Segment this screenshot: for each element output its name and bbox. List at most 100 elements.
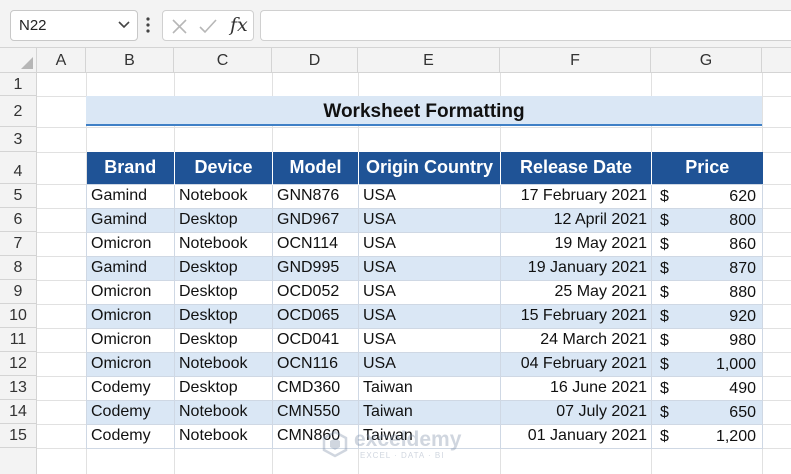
column-header-d[interactable]: D (272, 48, 358, 73)
row-header-10[interactable]: 10 (0, 304, 37, 328)
header-price[interactable]: Price (651, 152, 763, 184)
cell-model[interactable]: GNN876 (272, 183, 359, 209)
enter-check-icon[interactable] (198, 18, 218, 35)
cell-device[interactable]: Desktop (174, 327, 273, 353)
cell-model[interactable]: CMN860 (272, 423, 359, 449)
row-header-11[interactable]: 11 (0, 328, 37, 352)
row-header-9[interactable]: 9 (0, 280, 37, 304)
cell-country[interactable]: Taiwan (358, 375, 501, 401)
cell-brand[interactable]: Codemy (86, 423, 175, 449)
cell-device[interactable]: Notebook (174, 351, 273, 377)
cell-price[interactable]: $880 (651, 279, 763, 305)
cell-country[interactable]: USA (358, 351, 501, 377)
cell-brand[interactable]: Codemy (86, 399, 175, 425)
cell-country[interactable]: Taiwan (358, 423, 501, 449)
cell-brand[interactable]: Gamind (86, 255, 175, 281)
cell-price[interactable]: $860 (651, 231, 763, 257)
cell-release-date[interactable]: 04 February 2021 (500, 351, 652, 377)
row-header-6[interactable]: 6 (0, 208, 37, 232)
cell-model[interactable]: OCN114 (272, 231, 359, 257)
cell-release-date[interactable]: 16 June 2021 (500, 375, 652, 401)
cell-release-date[interactable]: 01 January 2021 (500, 423, 652, 449)
cell-country[interactable]: USA (358, 279, 501, 305)
row-header-3[interactable]: 3 (0, 127, 37, 152)
cell-device[interactable]: Notebook (174, 399, 273, 425)
cell-device[interactable]: Notebook (174, 423, 273, 449)
cell-country[interactable]: USA (358, 183, 501, 209)
row-header-4[interactable]: 4 (0, 152, 37, 184)
cell-model[interactable]: OCD052 (272, 279, 359, 305)
row-header-16[interactable] (0, 448, 37, 474)
cell-price[interactable]: $980 (651, 327, 763, 353)
cell-release-date[interactable]: 25 May 2021 (500, 279, 652, 305)
header-origin-country[interactable]: Origin Country (358, 152, 501, 184)
row-header-15[interactable]: 15 (0, 424, 37, 448)
cell-model[interactable]: OCD041 (272, 327, 359, 353)
column-header-c[interactable]: C (174, 48, 272, 73)
cell-price[interactable]: $620 (651, 183, 763, 209)
row-header-2[interactable]: 2 (0, 96, 37, 127)
cell-device[interactable]: Notebook (174, 183, 273, 209)
row-header-14[interactable]: 14 (0, 400, 37, 424)
cell-model[interactable]: GND995 (272, 255, 359, 281)
insert-function-icon[interactable]: fx (230, 14, 248, 36)
header-release-date[interactable]: Release Date (500, 152, 652, 184)
cell-price[interactable]: $1,200 (651, 423, 763, 449)
cell-model[interactable]: CMD360 (272, 375, 359, 401)
column-header-a[interactable]: A (37, 48, 86, 73)
cell-price[interactable]: $1,000 (651, 351, 763, 377)
cell-release-date[interactable]: 15 February 2021 (500, 303, 652, 329)
column-header-f[interactable]: F (500, 48, 651, 73)
row-header-8[interactable]: 8 (0, 256, 37, 280)
cell-price[interactable]: $650 (651, 399, 763, 425)
cell-brand[interactable]: Gamind (86, 207, 175, 233)
row-header-1[interactable]: 1 (0, 73, 37, 96)
select-all-button[interactable] (0, 48, 37, 73)
cell-device[interactable]: Desktop (174, 255, 273, 281)
cell-release-date[interactable]: 17 February 2021 (500, 183, 652, 209)
cell-price[interactable]: $870 (651, 255, 763, 281)
chevron-down-icon[interactable] (117, 18, 131, 32)
row-header-12[interactable]: 12 (0, 352, 37, 376)
cell-model[interactable]: OCD065 (272, 303, 359, 329)
cell-model[interactable]: OCN116 (272, 351, 359, 377)
header-device[interactable]: Device (174, 152, 273, 184)
cell-model[interactable]: CMN550 (272, 399, 359, 425)
worksheet-grid[interactable]: A B C D E F G 1 2 3 4 5 6 7 8 9 10 11 12… (0, 48, 791, 474)
cell-release-date[interactable]: 07 July 2021 (500, 399, 652, 425)
row-header-5[interactable]: 5 (0, 184, 37, 208)
cell-release-date[interactable]: 24 March 2021 (500, 327, 652, 353)
row-header-13[interactable]: 13 (0, 376, 37, 400)
column-header-b[interactable]: B (86, 48, 174, 73)
cell-country[interactable]: Taiwan (358, 399, 501, 425)
cell-device[interactable]: Desktop (174, 207, 273, 233)
column-header-g[interactable]: G (651, 48, 762, 73)
cancel-icon[interactable] (171, 18, 188, 35)
more-options-icon[interactable] (145, 16, 151, 34)
cell-release-date[interactable]: 19 May 2021 (500, 231, 652, 257)
row-header-7[interactable]: 7 (0, 232, 37, 256)
header-brand[interactable]: Brand (86, 152, 175, 184)
formula-input[interactable] (260, 10, 791, 41)
cell-price[interactable]: $800 (651, 207, 763, 233)
cell-country[interactable]: USA (358, 327, 501, 353)
cell-price[interactable]: $490 (651, 375, 763, 401)
cell-brand[interactable]: Omicron (86, 303, 175, 329)
cell-device[interactable]: Notebook (174, 231, 273, 257)
cell-country[interactable]: USA (358, 255, 501, 281)
cell-price[interactable]: $920 (651, 303, 763, 329)
cell-brand[interactable]: Omicron (86, 327, 175, 353)
column-header-h[interactable] (762, 48, 791, 73)
cell-release-date[interactable]: 12 April 2021 (500, 207, 652, 233)
column-header-e[interactable]: E (358, 48, 500, 73)
cell-model[interactable]: GND967 (272, 207, 359, 233)
cell-brand[interactable]: Omicron (86, 279, 175, 305)
cell-country[interactable]: USA (358, 207, 501, 233)
name-box[interactable]: N22 (10, 10, 138, 41)
cell-brand[interactable]: Omicron (86, 351, 175, 377)
cell-device[interactable]: Desktop (174, 303, 273, 329)
cell-device[interactable]: Desktop (174, 279, 273, 305)
cell-brand[interactable]: Codemy (86, 375, 175, 401)
cell-brand[interactable]: Omicron (86, 231, 175, 257)
cell-brand[interactable]: Gamind (86, 183, 175, 209)
